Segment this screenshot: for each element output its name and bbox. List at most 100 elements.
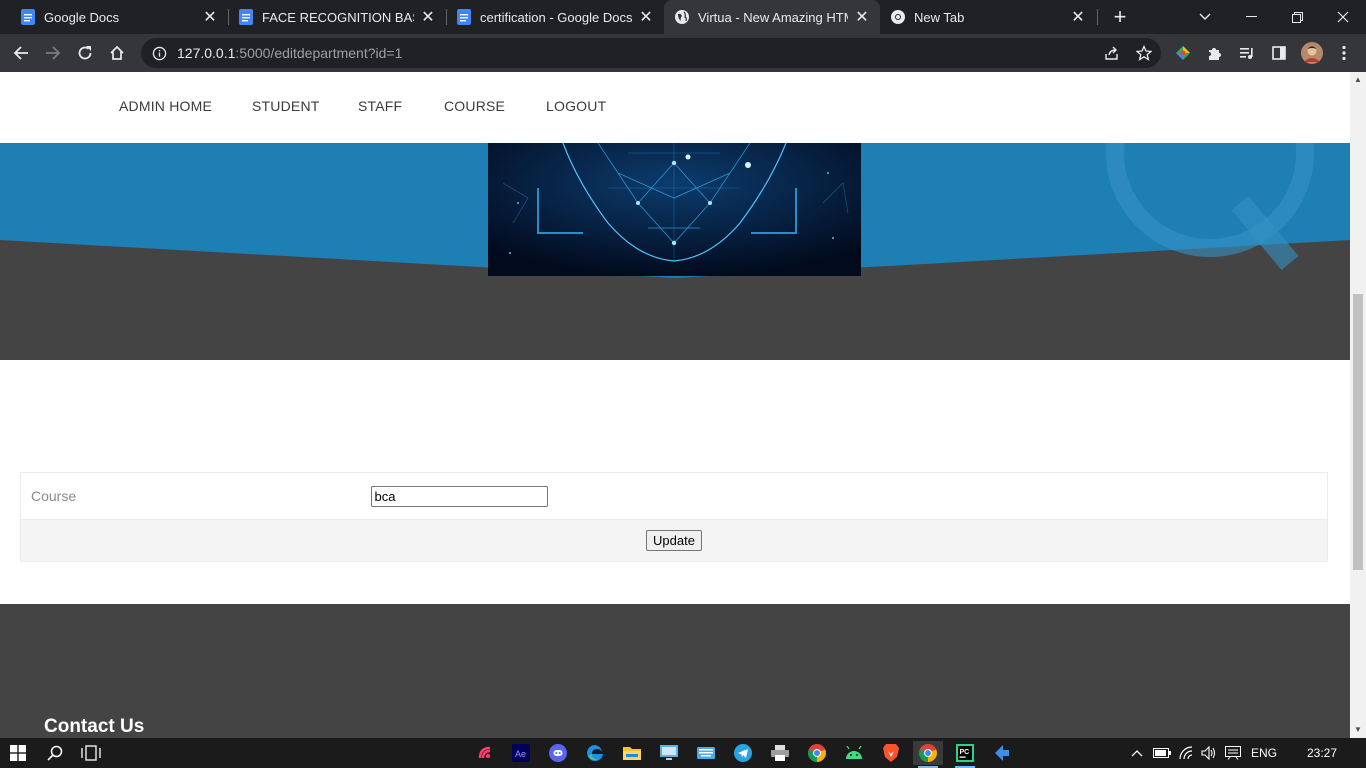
taskbar-remote-desktop[interactable] [654,741,684,765]
forward-button[interactable] [38,38,68,68]
home-button[interactable] [102,38,132,68]
start-button[interactable] [3,741,33,765]
share-button[interactable] [1101,42,1123,64]
contact-us-heading: Contact Us [44,716,145,737]
tray-overflow-button[interactable] [1128,738,1146,768]
taskbar-app-red[interactable] [470,741,500,765]
tab-search-button[interactable] [1182,0,1228,34]
bookmark-button[interactable] [1133,42,1155,64]
battery-indicator[interactable] [1152,738,1172,768]
taskbar-file-explorer[interactable] [617,741,647,765]
google-docs-icon [456,9,472,25]
chevron-up-icon [1131,750,1143,757]
course-input[interactable] [370,485,548,507]
browser-tab-strip: Google Docs ✕ FACE RECOGNITION BASED A ✕… [0,0,1366,34]
taskbar-telegram[interactable] [728,741,758,765]
extensions-button[interactable] [1200,38,1230,68]
chrome-active-icon [919,744,937,762]
taskbar-app-arrow[interactable] [987,741,1017,765]
close-icon[interactable]: ✕ [1070,9,1086,26]
taskbar-chrome[interactable] [802,741,832,765]
info-icon[interactable] [151,45,167,61]
nav-student[interactable]: STUDENT [252,98,320,114]
remote-desktop-icon [660,745,678,760]
chevron-down-icon [1199,13,1211,20]
chrome-icon [890,9,906,25]
extension-colorful-icon [1176,46,1190,60]
plus-icon: + [1113,4,1127,29]
page-scrollbar[interactable]: ▲ ▼ [1350,72,1366,738]
nav-staff[interactable]: STAFF [358,98,402,114]
app-arrow-icon [995,745,1009,761]
chrome-icon [808,744,826,762]
close-icon[interactable]: ✕ [420,9,436,26]
keyboard-layout-icon [1225,746,1241,760]
tab-new-tab[interactable]: New Tab ✕ [880,0,1096,34]
reload-button[interactable] [70,38,100,68]
wifi-indicator[interactable] [1178,738,1196,768]
url-text[interactable]: 127.0.0.1:5000/editdepartment?id=1 [177,45,402,61]
tab-google-docs[interactable]: Google Docs ✕ [0,0,228,34]
taskbar-chrome-active[interactable] [913,741,943,768]
menu-button[interactable] [1329,38,1359,68]
nav-admin-home[interactable]: ADMIN HOME [119,98,212,114]
clock[interactable]: 23:27 [1300,738,1344,768]
extension-button[interactable] [1168,38,1198,68]
svg-text:PC: PC [960,749,970,756]
nav-logout[interactable]: LOGOUT [546,98,606,114]
playlist-icon [1240,48,1253,59]
course-input-cell [370,472,1328,520]
taskbar-after-effects[interactable]: Ae [506,741,536,765]
wifi-icon [1179,746,1193,760]
back-button[interactable] [6,38,36,68]
taskbar-edge[interactable] [580,741,610,765]
close-window-button[interactable] [1320,0,1366,34]
windows-start-icon [10,745,26,761]
more-vertical-icon [1342,45,1346,61]
scrollbar-thumb[interactable] [1353,294,1363,570]
restore-button[interactable] [1274,0,1320,34]
taskbar-printer[interactable] [765,741,795,765]
tab-virtua[interactable]: Virtua - New Amazing HTML ✕ [664,0,880,34]
search-icon [47,745,63,761]
minimize-button[interactable] [1228,0,1274,34]
taskbar-discord[interactable] [543,741,573,765]
svg-text:Ae: Ae [515,749,526,759]
android-studio-icon [846,746,862,759]
profile-button[interactable] [1297,38,1327,68]
scroll-down-arrow-icon[interactable]: ▼ [1353,725,1363,735]
taskbar-android-studio[interactable] [839,741,869,765]
new-tab-button[interactable]: + [1108,4,1132,29]
input-indicator[interactable] [1224,738,1242,768]
telegram-icon [734,744,752,762]
update-button[interactable]: Update [646,530,702,551]
update-row: Update [20,519,1328,562]
close-icon[interactable]: ✕ [854,9,870,26]
arrow-left-icon [13,46,28,60]
discord-icon [549,744,567,762]
battery-icon [1153,748,1171,758]
close-icon[interactable]: ✕ [202,9,218,26]
close-icon[interactable]: ✕ [638,9,654,26]
scroll-up-arrow-icon[interactable]: ▲ [1353,75,1363,85]
tab-face-recognition[interactable]: FACE RECOGNITION BASED A ✕ [218,0,446,34]
tab-title: New Tab [914,9,965,25]
taskbar-keyboard[interactable] [691,741,721,765]
task-view-button[interactable] [76,741,106,765]
language-indicator[interactable]: ENG [1248,738,1280,768]
media-control-button[interactable] [1232,38,1262,68]
taskbar-pycharm[interactable]: PC [950,741,980,768]
taskbar-search-button[interactable] [40,741,70,765]
nav-course[interactable]: COURSE [444,98,505,114]
tab-title: Google Docs [44,9,120,25]
volume-indicator[interactable] [1200,738,1218,768]
edge-icon [587,745,603,761]
google-docs-icon [238,9,254,25]
address-bar[interactable]: 127.0.0.1:5000/editdepartment?id=1 [141,38,1161,68]
tab-certification[interactable]: certification - Google Docs ✕ [436,0,664,34]
file-explorer-icon [623,747,641,760]
tab-title: certification - Google Docs [480,9,632,25]
avatar [1301,42,1323,64]
side-panel-button[interactable] [1264,38,1294,68]
taskbar-brave[interactable] [876,741,906,765]
